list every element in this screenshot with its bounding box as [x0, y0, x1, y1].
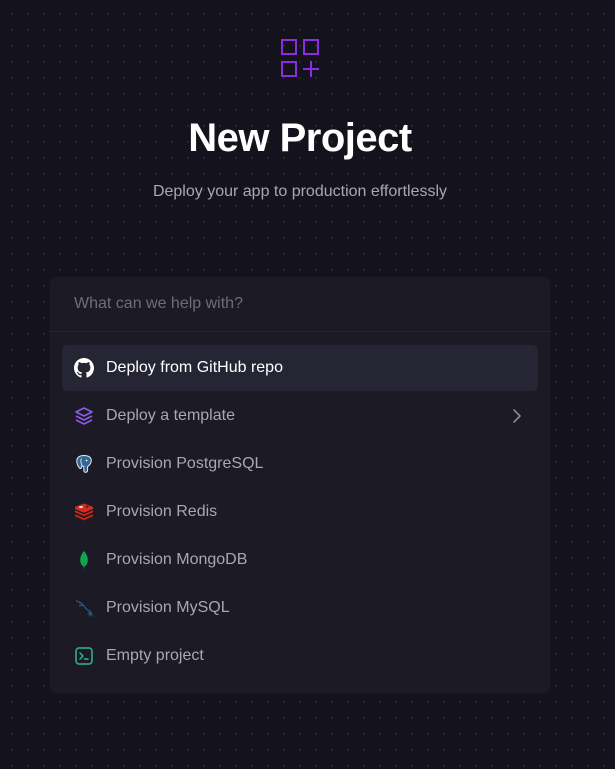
option-label: Provision MySQL: [106, 599, 230, 616]
mongodb-icon: [74, 550, 94, 570]
terminal-icon: [74, 646, 94, 666]
option-deploy-github[interactable]: Deploy from GitHub repo: [62, 345, 538, 391]
page-title: New Project: [188, 116, 412, 160]
option-label: Provision MongoDB: [106, 551, 248, 568]
option-provision-redis[interactable]: Provision Redis: [62, 489, 538, 535]
chevron-right-icon: [512, 408, 522, 424]
page-subtitle: Deploy your app to production effortless…: [152, 183, 448, 200]
new-project-page: New Project Deploy your app to productio…: [0, 0, 615, 769]
option-label: Deploy a template: [106, 407, 235, 424]
option-deploy-template[interactable]: Deploy a template: [62, 393, 538, 439]
search-bar: [50, 277, 550, 332]
option-label: Empty project: [106, 647, 204, 664]
redis-icon: [74, 502, 94, 522]
github-icon: [74, 358, 94, 378]
layers-icon: [74, 406, 94, 426]
option-label: Provision Redis: [106, 503, 218, 520]
search-input[interactable]: [74, 293, 514, 315]
option-provision-mysql[interactable]: Provision MySQL: [62, 585, 538, 631]
option-empty-project[interactable]: Empty project: [62, 633, 538, 679]
grid-plus-icon: [281, 39, 319, 77]
option-label: Deploy from GitHub repo: [106, 359, 283, 376]
option-label: Provision PostgreSQL: [106, 455, 264, 472]
mysql-icon: [74, 598, 94, 618]
option-provision-postgresql[interactable]: Provision PostgreSQL: [62, 441, 538, 487]
postgresql-icon: [74, 454, 94, 474]
option-provision-mongodb[interactable]: Provision MongoDB: [62, 537, 538, 583]
command-palette: Deploy from GitHub repo Deploy a templat…: [50, 277, 550, 693]
